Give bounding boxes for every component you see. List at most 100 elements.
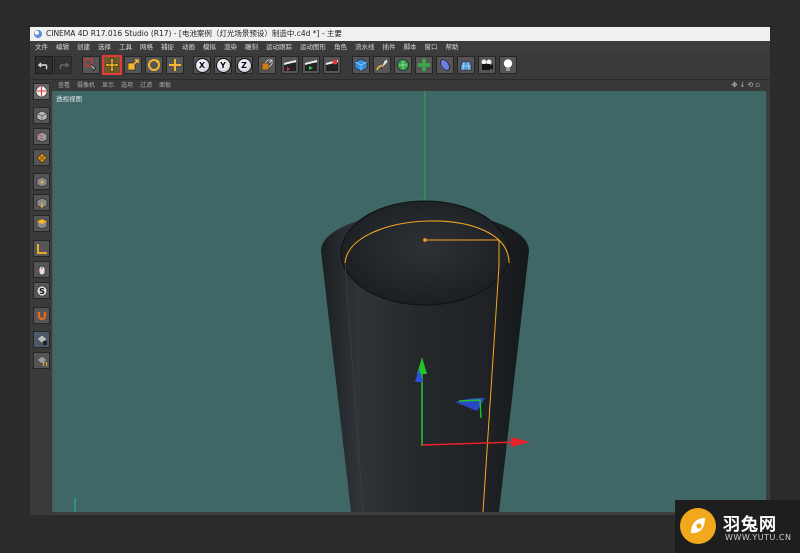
viewport-menu-filter[interactable]: 过滤 [140, 80, 152, 91]
viewport-navigation-icons[interactable]: ✥↓⟲▫ [732, 80, 762, 91]
scene-render: z [74, 91, 530, 512]
left-tool-palette: S [30, 80, 52, 515]
watermark-name: 羽兔网 [723, 515, 777, 535]
menu-render[interactable]: 渲染 [224, 41, 237, 53]
model-cube-icon [36, 110, 47, 121]
viewport-menu-options[interactable]: 选项 [121, 80, 133, 91]
add-camera-button[interactable] [478, 56, 496, 74]
polygons-cube-icon [36, 218, 47, 229]
render-to-picture-viewer-button[interactable] [302, 56, 320, 74]
points-cube-icon [36, 176, 47, 187]
add-mograph-button[interactable] [415, 56, 433, 74]
menu-bar: 文件 编辑 创建 选择 工具 网格 捕捉 动画 模拟 渲染 雕刻 运动跟踪 运动… [30, 41, 770, 53]
menu-mograph[interactable]: 运动图形 [300, 41, 326, 53]
gizmo-x-arrow [511, 437, 530, 447]
editable-sphere-icon [35, 85, 48, 98]
menu-sculpt[interactable]: 雕刻 [245, 41, 258, 53]
plus-cross-icon [169, 59, 181, 71]
menu-snap[interactable]: 捕捉 [161, 41, 174, 53]
render-settings-button[interactable] [323, 56, 341, 74]
menu-create[interactable]: 创建 [77, 41, 90, 53]
clapboard-play-icon [305, 60, 317, 71]
locked-plane-icon [36, 334, 47, 345]
make-editable-button[interactable] [33, 83, 50, 100]
recent-tool-button[interactable] [166, 56, 184, 74]
move-tool-button[interactable] [102, 55, 122, 75]
soft-selection-button[interactable] [33, 307, 50, 324]
undo-icon [38, 62, 48, 70]
watermark: 羽兔网 WWW.YUTU.CN [675, 500, 800, 553]
menu-file[interactable]: 文件 [35, 41, 48, 53]
pen-icon [376, 58, 389, 71]
selection-arrow-icon [84, 58, 97, 72]
menu-character[interactable]: 角色 [334, 41, 347, 53]
checker-plane-icon [36, 152, 47, 163]
texture-mode-button[interactable] [33, 128, 50, 145]
menu-window[interactable]: 窗口 [425, 41, 438, 53]
camera-icon [481, 59, 493, 70]
points-mode-button[interactable] [33, 173, 50, 190]
viewport-menu-panel[interactable]: 面板 [159, 80, 171, 91]
model-mode-button[interactable] [33, 107, 50, 124]
x-axis-lock-button[interactable]: X [193, 56, 211, 74]
menu-motion-tracking[interactable]: 运动跟踪 [266, 41, 292, 53]
x-axis-icon: X [194, 57, 210, 73]
workplane-mode-button[interactable] [33, 149, 50, 166]
menu-tools[interactable]: 工具 [119, 41, 132, 53]
subdivision-icon [397, 59, 409, 71]
clapboard-icon [284, 60, 296, 71]
mouse-icon [36, 265, 45, 275]
edges-mode-button[interactable] [33, 194, 50, 211]
magnet-icon [37, 311, 46, 320]
add-floor-button[interactable] [457, 56, 475, 74]
render-view-button[interactable] [281, 56, 299, 74]
scale-tool-button[interactable] [124, 56, 142, 74]
add-deformer-button[interactable] [436, 56, 454, 74]
plane-bracket-icon [36, 355, 47, 366]
undo-button[interactable] [35, 56, 53, 74]
coordinate-system-button[interactable] [258, 56, 276, 74]
menu-pipeline[interactable]: 流水线 [355, 41, 375, 53]
c4d-window: CINEMA 4D R17.016 Studio (R17) - [电池案例（灯… [30, 27, 770, 515]
menu-plugins[interactable]: 插件 [383, 41, 396, 53]
axis-mode-button[interactable] [33, 240, 50, 257]
menu-simulate[interactable]: 模拟 [203, 41, 216, 53]
redo-button[interactable] [54, 56, 72, 74]
main-toolbar: X Y Z [30, 53, 770, 80]
y-axis-lock-button[interactable]: Y [214, 56, 232, 74]
add-cube-button[interactable] [352, 56, 370, 74]
viewport-header: 查看 摄像机 显示 选项 过滤 面板 ✥↓⟲▫ [52, 80, 770, 91]
add-spline-pen-button[interactable] [373, 56, 391, 74]
title-bar: CINEMA 4D R17.016 Studio (R17) - [电池案例（灯… [30, 27, 770, 41]
rotate-tool-button[interactable] [145, 56, 163, 74]
menu-mesh[interactable]: 网格 [140, 41, 153, 53]
y-axis-icon: Y [215, 57, 231, 73]
cinema4d-logo-icon [34, 30, 42, 38]
viewport-menu-display[interactable]: 显示 [102, 80, 114, 91]
deformer-icon [440, 59, 450, 71]
viewport-menu-cameras[interactable]: 摄像机 [77, 80, 95, 91]
perspective-viewport[interactable]: z 透视视图 [52, 91, 766, 512]
add-generator-button[interactable] [394, 56, 412, 74]
rotate-icon [148, 59, 160, 71]
locked-workplane-button[interactable] [33, 331, 50, 348]
live-selection-button[interactable] [82, 56, 100, 74]
texture-cube-icon [36, 131, 47, 142]
watermark-url: WWW.YUTU.CN [725, 533, 792, 542]
menu-script[interactable]: 脚本 [404, 41, 417, 53]
menu-help[interactable]: 帮助 [446, 41, 459, 53]
planar-workplane-button[interactable] [33, 352, 50, 369]
menu-animate[interactable]: 动画 [182, 41, 195, 53]
svg-text:S: S [39, 287, 45, 296]
world-coordinates-icon [261, 59, 273, 71]
light-bulb-icon [503, 58, 513, 71]
tweak-mode-button[interactable] [33, 261, 50, 278]
add-light-button[interactable] [499, 56, 517, 74]
viewport-menu-view[interactable]: 查看 [58, 80, 70, 91]
menu-edit[interactable]: 编辑 [56, 41, 69, 53]
menu-select[interactable]: 选择 [98, 41, 111, 53]
z-axis-lock-button[interactable]: Z [235, 56, 253, 74]
floor-grid-icon [459, 61, 473, 71]
polygons-mode-button[interactable] [33, 215, 50, 232]
snapping-button[interactable]: S [33, 282, 50, 299]
